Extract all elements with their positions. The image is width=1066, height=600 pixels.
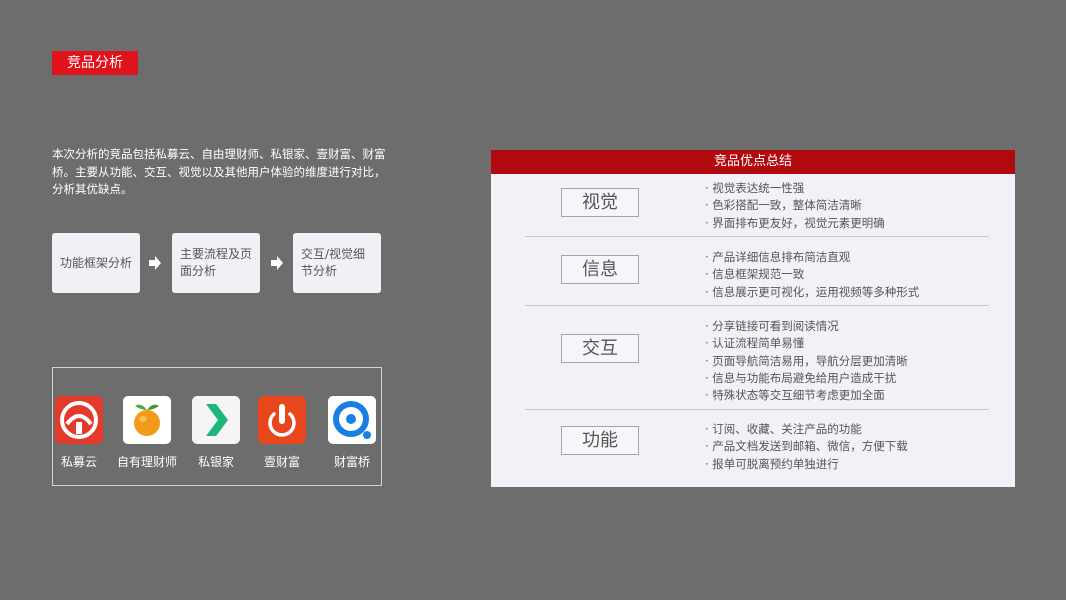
step-label: 交互/视觉细节分析 [301,247,366,278]
bullet-item: · 色彩搭配一致，整体简洁清晰 [705,198,862,213]
section-divider [525,236,989,237]
section-label: 功能 [561,426,639,455]
bullet-item: · 认证流程简单易懂 [705,336,805,351]
app-label: 壹财富 [263,455,300,469]
bullet-item: · 特殊状态等交互细节考虑更加全面 [705,388,885,403]
bullet-item: · 视觉表达统一性强 [705,181,805,195]
bullet-list: · 订阅、收藏、关注产品的功能 · 产品文档发送到邮箱、微信，方便下载 · 报单… [705,421,908,473]
step-function-framework: 功能框架分析 [52,233,140,293]
app-label: 财富桥 [333,455,370,469]
step-label: 主要流程及页面分析 [180,247,253,278]
bullet-item: · 产品详细信息排布简洁直观 [705,250,851,264]
step-main-flow: 主要流程及页面分析 [172,233,260,293]
section-label: 视觉 [561,188,639,217]
app-caifuqiao: 财富桥 [312,396,392,470]
simuyun-logo-icon [55,396,103,444]
bullet-item: · 订阅、收藏、关注产品的功能 [705,422,862,436]
bullet-list: · 视觉表达统一性强 · 色彩搭配一致，整体简洁清晰 · 界面排布更友好，视觉元… [705,180,885,232]
app-ziyoulicaishi: 自有理财师 [107,396,187,470]
bullet-item: · 页面导航简洁易用，导航分层更加清晰 [705,353,908,368]
bullet-list: · 产品详细信息排布简洁直观 · 信息框架规范一致 · 信息展示更可视化，运用视… [705,249,919,301]
intro-text: 本次分析的竞品包括私募云、自由理财师、私银家、壹财富、财富桥。主要从功能、交互、… [52,147,386,196]
bullet-item: · 产品文档发送到邮箱、微信，方便下载 [705,439,908,454]
power-hand-icon [258,396,306,444]
section-label: 交互 [561,334,639,363]
bullet-item: · 信息展示更可视化，运用视频等多种形式 [705,284,920,299]
bullet-item: · 信息与功能布局避免给用户造成干扰 [705,370,897,385]
bullet-item: · 界面排布更友好，视觉元素更明确 [705,215,885,230]
q-logo-icon [328,396,376,444]
bullet-item: · 报单可脱离预约单独进行 [705,456,839,471]
bullet-item: · 分享链接可看到阅读情况 [705,319,839,333]
page-title: 竞品分析 [52,51,138,75]
green-chevron-icon [192,396,240,444]
app-yicaifu: 壹财富 [242,396,322,470]
section-divider [525,409,989,410]
panel-title: 竞品优点总结 [491,150,1015,174]
bullet-item: · 信息框架规范一致 [705,267,805,282]
step-label: 功能框架分析 [60,255,133,270]
section-label: 信息 [561,255,639,284]
arrow-right-icon [271,256,283,270]
bullet-list: · 分享链接可看到阅读情况 · 认证流程简单易懂 · 页面导航简洁易用，导航分层… [705,318,908,404]
app-label: 自有理财师 [116,455,177,469]
step-interaction-visual: 交互/视觉细节分析 [293,233,381,293]
section-divider [525,305,989,306]
advantages-summary-panel: 竞品优点总结 视觉 · 视觉表达统一性强 · 色彩搭配一致，整体简洁清晰 · 界… [491,150,1015,487]
orange-fruit-icon [123,396,171,444]
arrow-right-icon [149,256,161,270]
